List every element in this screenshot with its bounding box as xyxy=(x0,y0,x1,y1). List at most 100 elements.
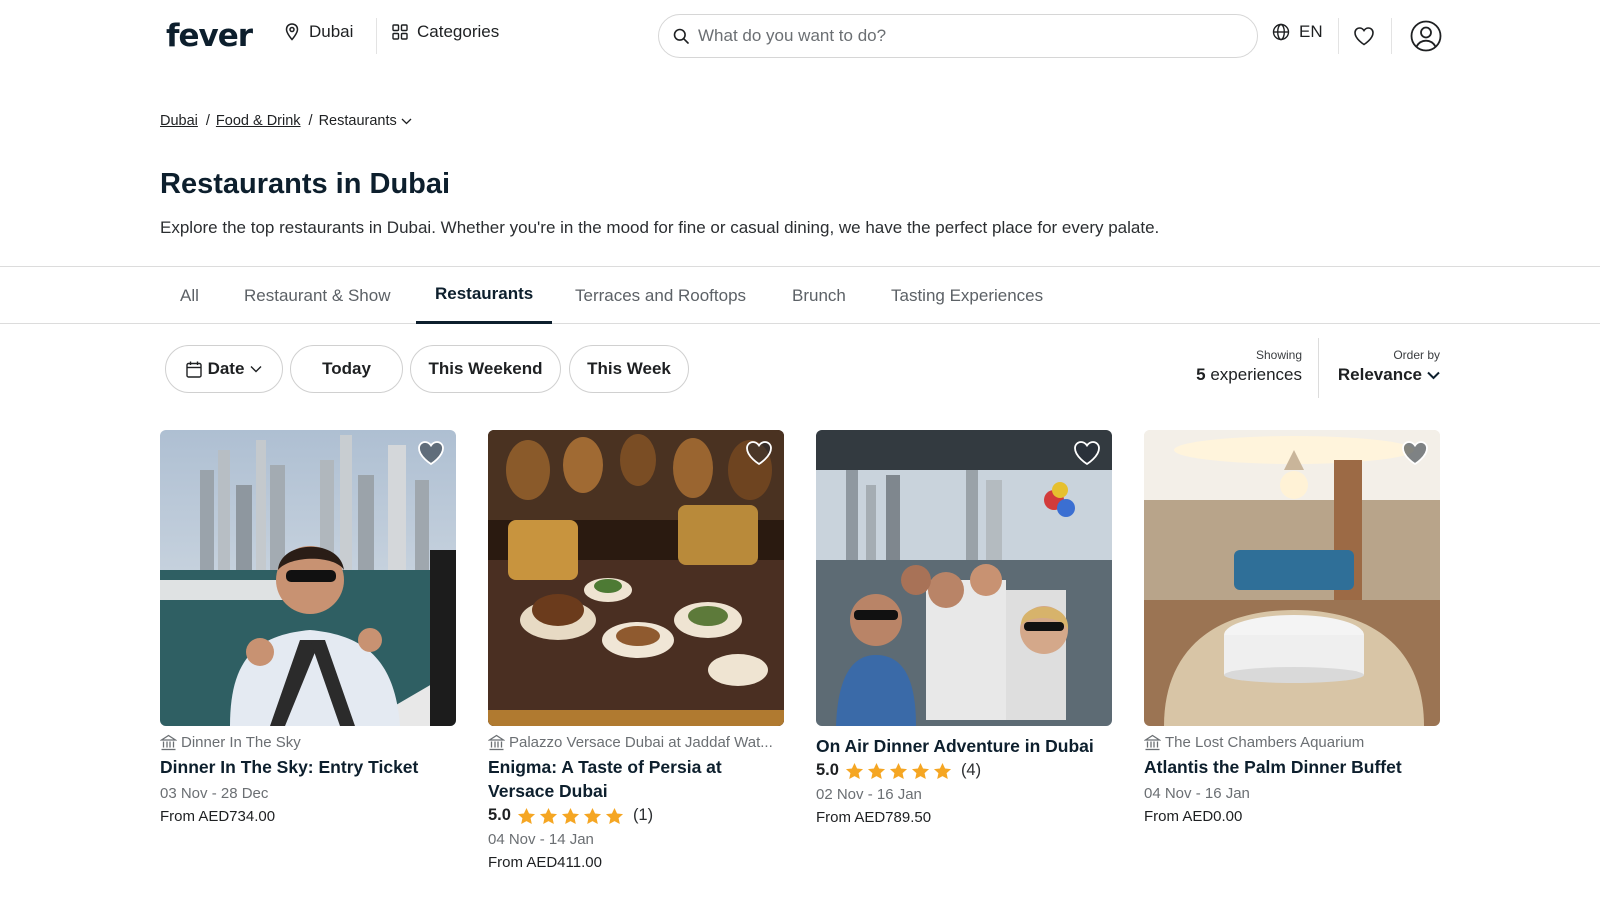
star-icon xyxy=(605,807,623,824)
experience-dates: 04 Nov - 16 Jan xyxy=(1144,785,1250,802)
language-label: EN xyxy=(1299,22,1323,41)
city-label: Dubai xyxy=(309,22,354,41)
search-bar[interactable] xyxy=(658,14,1258,58)
order-by-value: Relevance xyxy=(1338,365,1440,385)
top-header: fever Dubai Categories EN xyxy=(0,0,1600,72)
favorites-button[interactable] xyxy=(1346,18,1382,54)
user-avatar-icon xyxy=(1410,20,1442,52)
showing-label: Showing xyxy=(1255,348,1302,362)
venue-name: Dinner In The Sky xyxy=(160,734,456,751)
experience-card[interactable]: Palazzo Versace Dubai at Jaddaf Wat... E… xyxy=(488,430,784,871)
persian-feast-photo xyxy=(488,430,784,726)
results-divider xyxy=(1318,338,1319,398)
results-count: Showing 5 experiences xyxy=(1196,348,1302,385)
account-button[interactable] xyxy=(1408,18,1444,54)
review-count: (1) xyxy=(632,806,654,824)
order-by-selector[interactable]: Order by Relevance xyxy=(1338,348,1440,385)
heart-icon[interactable] xyxy=(1400,438,1430,468)
heart-icon[interactable] xyxy=(744,438,774,468)
date-filter-button[interactable]: Date xyxy=(165,345,283,393)
page-title: Restaurants in Dubai xyxy=(160,168,451,200)
experience-card[interactable]: On Air Dinner Adventure in Dubai 5.0 (4)… xyxy=(816,430,1112,826)
experience-price: From AED789.50 xyxy=(816,809,932,826)
rating: 5.0 (4) xyxy=(816,761,1112,780)
venue-building-icon xyxy=(488,734,505,751)
search-icon xyxy=(673,28,689,44)
order-by-label: Order by xyxy=(1393,348,1440,362)
fever-logo[interactable]: fever xyxy=(166,18,253,54)
today-filter-button[interactable]: Today xyxy=(290,345,403,393)
experience-image xyxy=(816,430,1112,726)
star-icon xyxy=(517,807,535,824)
star-icon xyxy=(845,762,863,779)
experience-price: From AED734.00 xyxy=(160,808,276,825)
location-pin-icon xyxy=(285,23,299,41)
experience-price: From AED411.00 xyxy=(488,854,602,871)
breadcrumb-current-label: Restaurants xyxy=(318,113,397,129)
experience-dates: 03 Nov - 28 Dec xyxy=(160,785,269,802)
breadcrumb: Dubai / Food & Drink / Restaurants xyxy=(160,113,412,129)
star-icon xyxy=(583,807,601,824)
experience-card[interactable]: The Lost Chambers Aquarium Atlantis the … xyxy=(1144,430,1440,825)
venue-label: Palazzo Versace Dubai at Jaddaf Wat... xyxy=(509,734,773,751)
search-input[interactable] xyxy=(698,26,1218,46)
chevron-down-icon xyxy=(250,366,262,373)
globe-icon xyxy=(1272,23,1290,41)
categories-label: Categories xyxy=(417,22,500,41)
chevron-down-icon xyxy=(401,118,412,124)
chevron-down-icon xyxy=(1427,371,1440,379)
experience-title[interactable]: Atlantis the Palm Dinner Buffet xyxy=(1144,755,1440,779)
experience-image xyxy=(488,430,784,726)
results-suffix: experiences xyxy=(1210,365,1302,384)
venue-label: The Lost Chambers Aquarium xyxy=(1165,734,1365,751)
breadcrumb-link-food-drink[interactable]: Food & Drink xyxy=(216,113,301,129)
star-icon xyxy=(561,807,579,824)
star-icon xyxy=(539,807,557,824)
breadcrumb-link-dubai[interactable]: Dubai xyxy=(160,113,198,129)
date-filter-label: Date xyxy=(207,359,245,378)
header-divider xyxy=(1391,18,1392,54)
heart-icon[interactable] xyxy=(416,438,446,468)
venue-name: Palazzo Versace Dubai at Jaddaf Wat... xyxy=(488,734,784,751)
tab-all[interactable]: All xyxy=(161,267,218,324)
tab-terraces-rooftops[interactable]: Terraces and Rooftops xyxy=(556,267,765,324)
venue-building-icon xyxy=(160,734,177,751)
experience-title[interactable]: Dinner In The Sky: Entry Ticket xyxy=(160,755,456,779)
star-icon xyxy=(911,762,929,779)
this-weekend-filter-button[interactable]: This Weekend xyxy=(410,345,561,393)
experience-dates: 02 Nov - 16 Jan xyxy=(816,786,922,803)
tab-tasting-experiences[interactable]: Tasting Experiences xyxy=(872,267,1062,324)
calendar-icon xyxy=(185,361,202,378)
categories-menu[interactable]: Categories xyxy=(392,22,499,42)
experience-title[interactable]: Enigma: A Taste of Persia at Versace Dub… xyxy=(488,755,784,803)
header-divider xyxy=(376,18,377,54)
grid-icon xyxy=(392,24,408,40)
tab-restaurant-show[interactable]: Restaurant & Show xyxy=(225,267,409,324)
tab-restaurants[interactable]: Restaurants xyxy=(416,267,553,324)
header-divider xyxy=(1338,18,1339,54)
star-icon xyxy=(889,762,907,779)
star-icon xyxy=(867,762,885,779)
heart-icon xyxy=(1354,27,1374,46)
language-selector[interactable]: EN xyxy=(1272,22,1323,42)
on-air-dinner-photo xyxy=(816,430,1112,726)
heart-icon[interactable] xyxy=(1072,438,1102,468)
venue-name: The Lost Chambers Aquarium xyxy=(1144,734,1440,751)
review-count: (4) xyxy=(960,761,982,779)
results-number: 5 xyxy=(1196,365,1206,384)
city-selector[interactable]: Dubai xyxy=(284,22,353,42)
rating-score: 5.0 xyxy=(488,806,511,824)
showing-value: 5 experiences xyxy=(1196,365,1302,385)
this-week-filter-button[interactable]: This Week xyxy=(569,345,689,393)
experience-title[interactable]: On Air Dinner Adventure in Dubai xyxy=(816,734,1112,758)
experience-card[interactable]: Dinner In The Sky Dinner In The Sky: Ent… xyxy=(160,430,456,825)
dinner-in-the-sky-photo xyxy=(160,430,456,726)
order-by-value-label: Relevance xyxy=(1337,365,1422,384)
experience-image xyxy=(1144,430,1440,726)
experience-dates: 04 Nov - 14 Jan xyxy=(488,831,594,848)
tab-brunch[interactable]: Brunch xyxy=(773,267,865,324)
venue-label: Dinner In The Sky xyxy=(181,734,301,751)
star-rating xyxy=(845,762,955,780)
breadcrumb-current[interactable]: Restaurants xyxy=(319,113,412,129)
breadcrumb-separator: / xyxy=(308,113,313,129)
